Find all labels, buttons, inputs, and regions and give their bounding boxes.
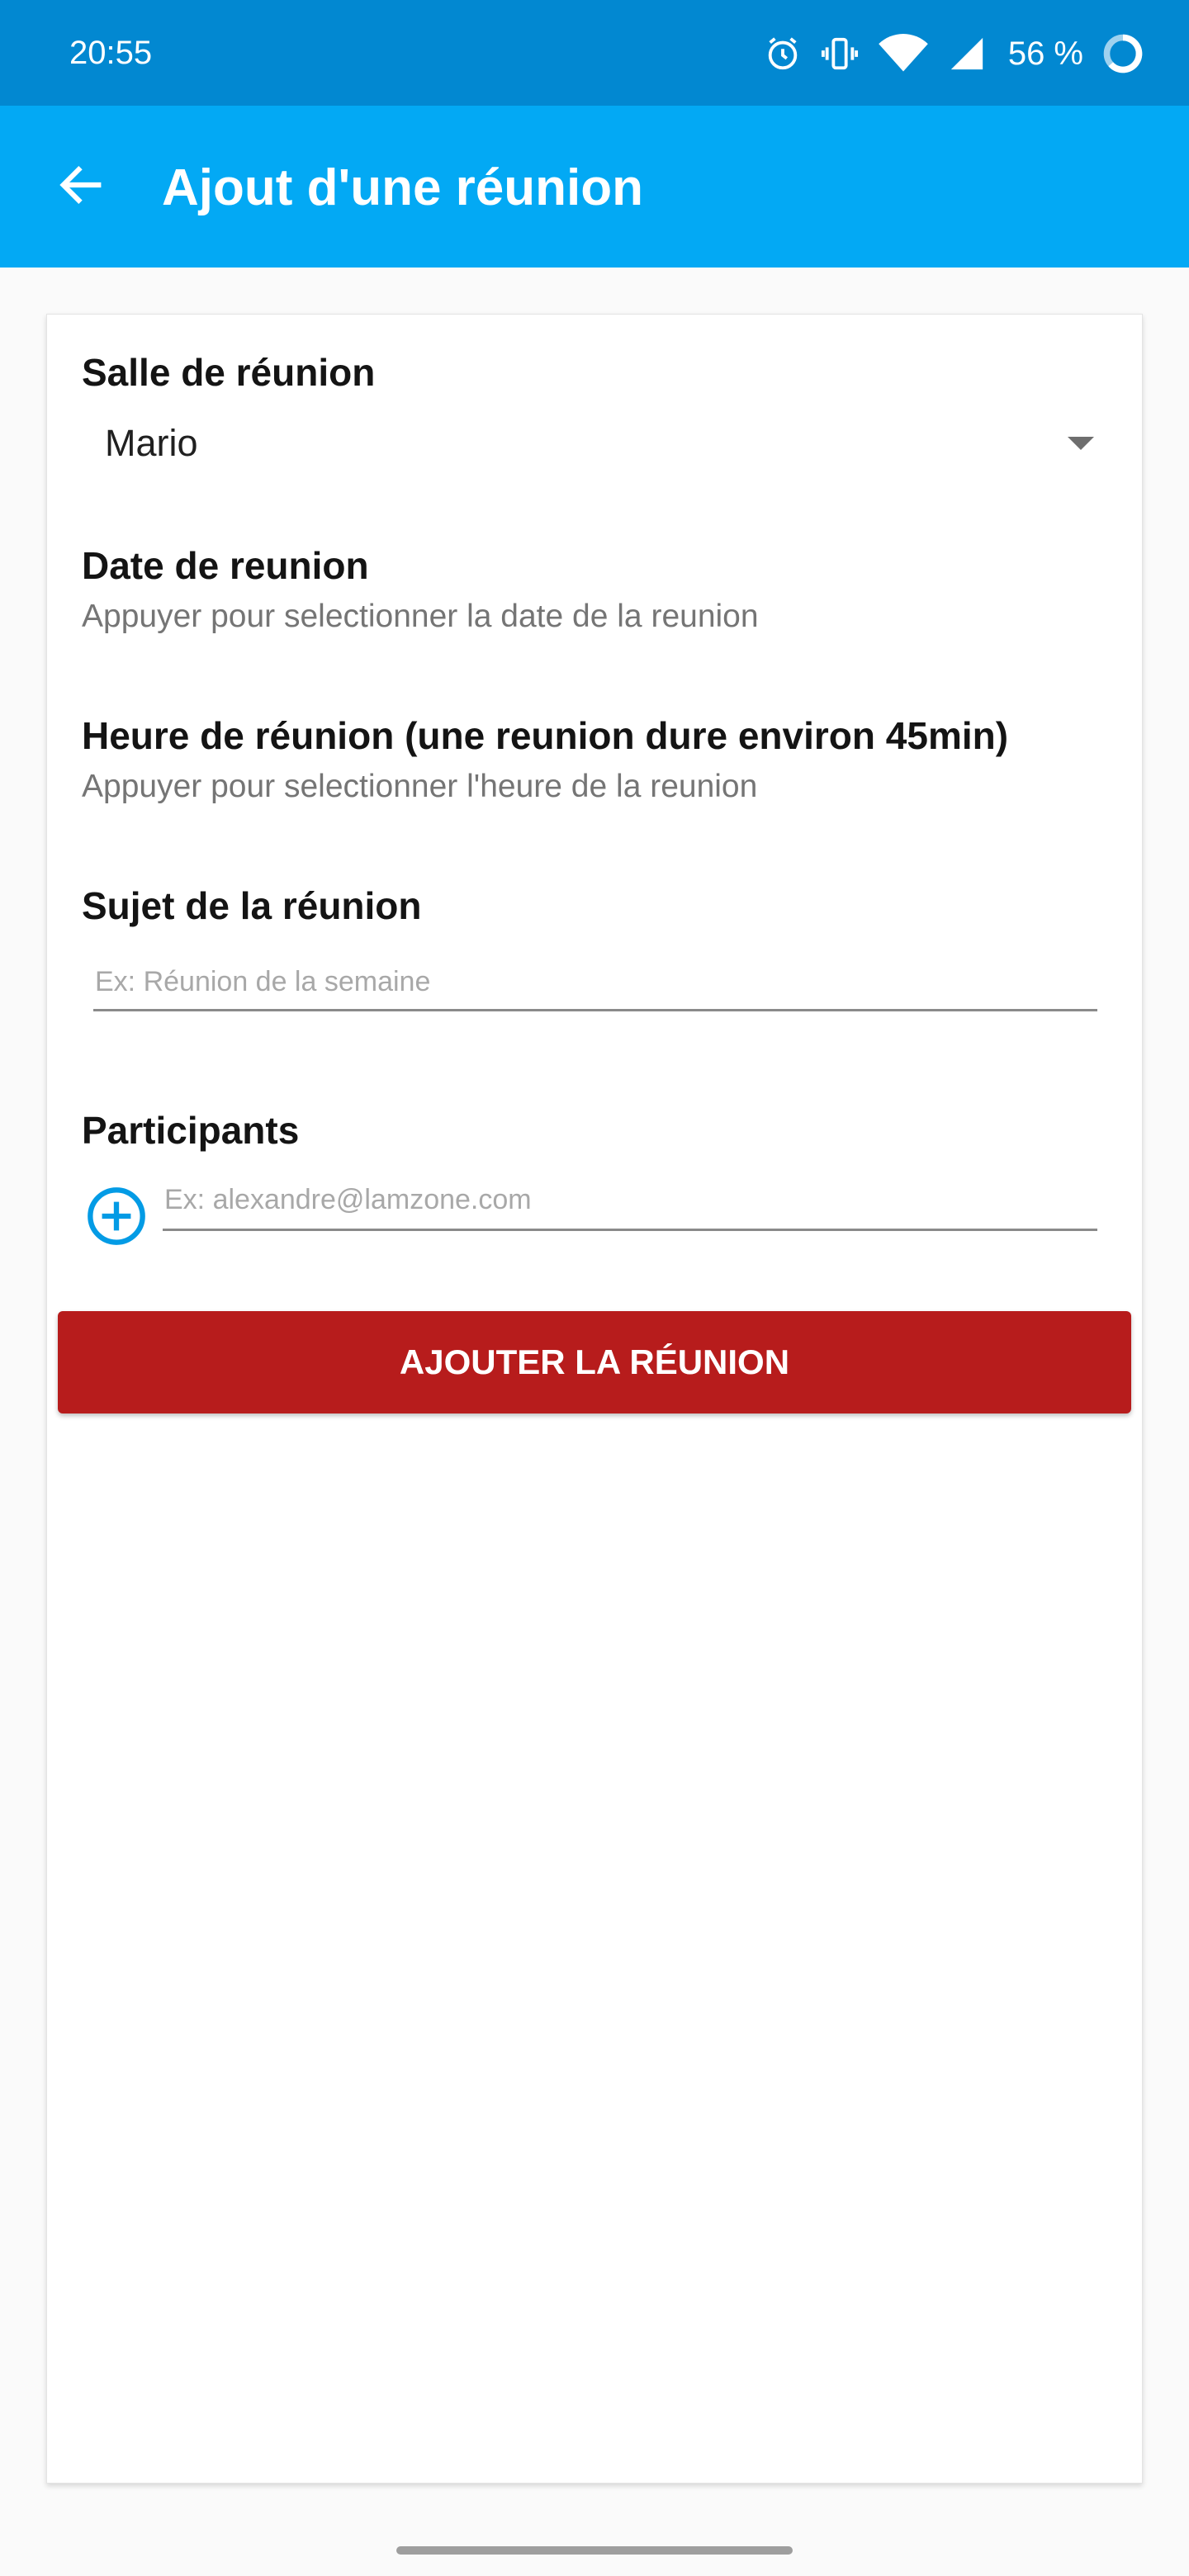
subject-input[interactable]: [93, 962, 1097, 1011]
page-title: Ajout d'une réunion: [162, 159, 644, 216]
participants-label: Participants: [82, 1109, 300, 1152]
arrow-back-icon: [54, 159, 107, 215]
battery-icon: [1101, 32, 1144, 75]
dropdown-arrow-icon: [1064, 427, 1097, 460]
room-selected-value: Mario: [105, 422, 198, 464]
vibrate-icon: [820, 35, 860, 73]
date-label[interactable]: Date de reunion: [82, 542, 369, 589]
alarm-icon: [764, 35, 802, 73]
room-label: Salle de réunion: [82, 351, 376, 394]
add-meeting-button[interactable]: AJOUTER LA RÉUNION: [58, 1311, 1131, 1413]
participant-email-input[interactable]: [163, 1178, 1097, 1231]
subject-label: Sujet de la réunion: [82, 884, 422, 927]
cell-signal-icon: [947, 35, 987, 73]
wifi-icon: [878, 34, 929, 73]
back-button[interactable]: [41, 147, 121, 226]
home-indicator[interactable]: [396, 2546, 793, 2555]
date-hint[interactable]: Appuyer pour selectionner la date de la …: [82, 597, 759, 637]
status-icons: 56 %: [764, 25, 1144, 83]
room-spinner[interactable]: Mario: [82, 409, 1097, 478]
status-bar: 20:55 56 %: [0, 0, 1189, 106]
add-participant-icon[interactable]: [85, 1185, 148, 1248]
app-bar: Ajout d'une réunion: [0, 106, 1189, 268]
battery-percent: 56 %: [1007, 36, 1083, 72]
time-label[interactable]: Heure de réunion (une reunion dure envir…: [82, 713, 1008, 759]
time-hint[interactable]: Appuyer pour selectionner l'heure de la …: [82, 767, 757, 807]
status-time: 20:55: [69, 35, 153, 71]
